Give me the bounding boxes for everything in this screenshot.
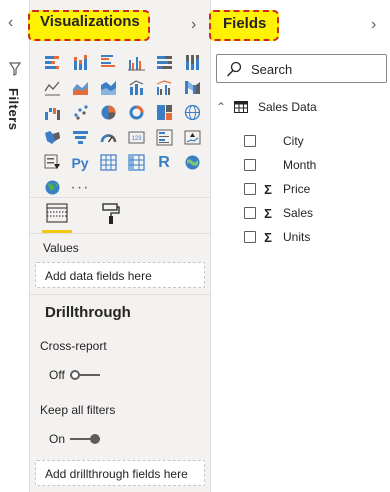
scatter-icon[interactable] [66,100,94,125]
sigma-icon: Σ [264,205,272,221]
keep-all-filters-toggle[interactable]: On [49,432,101,446]
fields-tab-icon [46,203,68,223]
funnel-icon[interactable] [66,125,94,150]
paint-roller-icon [102,203,120,224]
fields-pane: Fields › ⌃ Sales Data City Month Σ Price [209,0,390,492]
tabs-divider [30,233,211,234]
filters-pane-collapsed[interactable]: ‹ Filters [0,0,30,492]
filled-map-icon[interactable] [38,125,66,150]
sigma-icon: Σ [264,229,272,245]
100-percent-column-icon[interactable] [178,50,206,75]
slicer-icon[interactable] [38,150,66,175]
visualizations-header: Visualizations › [28,6,211,42]
donut-chart-icon[interactable] [122,100,150,125]
matrix-icon[interactable] [122,150,150,175]
multi-row-card-icon[interactable] [150,125,178,150]
clustered-column-icon[interactable] [122,50,150,75]
drillthrough-drop-well[interactable]: Add drillthrough fields here [35,460,205,486]
python-visual-icon[interactable]: Py [66,150,94,175]
line-column-icon[interactable] [122,75,150,100]
values-drop-well[interactable]: Add data fields here [35,262,205,288]
clustered-bar-icon[interactable] [94,50,122,75]
fields-tab[interactable] [40,203,74,233]
values-label: Values [43,241,79,255]
pie-chart-icon[interactable] [94,100,122,125]
values-divider [30,294,211,295]
expand-filters-chevron-icon[interactable]: ‹ [8,14,13,32]
field-checkbox[interactable] [244,231,256,243]
table-icon[interactable] [94,150,122,175]
field-units[interactable]: Σ Units [244,229,310,245]
cross-report-label: Cross-report [40,339,107,353]
field-checkbox[interactable] [244,207,256,219]
pane-tabs [40,203,128,233]
keep-all-filters-label: Keep all filters [40,403,116,417]
field-checkbox[interactable] [244,183,256,195]
treemap-icon[interactable] [150,100,178,125]
gauge-icon[interactable] [94,125,122,150]
field-month[interactable]: Month [244,157,316,173]
table-name: Sales Data [258,100,317,114]
line-clustered-column-icon[interactable] [150,75,178,100]
stacked-bar-icon[interactable] [38,50,66,75]
field-checkbox[interactable] [244,159,256,171]
svg-text:123: 123 [131,136,142,142]
arcgis-icon[interactable] [178,150,206,175]
toggle-knob [69,370,80,380]
area-chart-icon[interactable] [66,75,94,100]
100-percent-bar-icon[interactable] [150,50,178,75]
map-icon[interactable] [178,100,206,125]
line-chart-icon[interactable] [38,75,66,100]
search-box [216,54,387,83]
stacked-area-icon[interactable] [94,75,122,100]
format-tab[interactable] [94,203,128,233]
collapse-visualizations-chevron-icon[interactable]: › [191,16,196,34]
field-sales[interactable]: Σ Sales [244,205,313,221]
visualizations-pane: Visualizations › 123 Py R ··· Values Add… [28,0,211,492]
field-city[interactable]: City [244,133,304,149]
filters-label: Filters [6,88,21,131]
sigma-icon: Σ [264,181,272,197]
kpi-icon[interactable] [178,125,206,150]
collapse-table-chevron-icon[interactable]: ⌃ [216,100,226,114]
table-sales-data[interactable]: ⌃ Sales Data [216,100,317,114]
gallery-divider [30,197,211,198]
field-checkbox[interactable] [244,135,256,147]
visual-gallery: 123 Py R ··· [38,50,208,200]
collapse-fields-chevron-icon[interactable]: › [371,16,376,34]
card-icon[interactable]: 123 [122,125,150,150]
toggle-knob [90,434,101,444]
cross-report-toggle[interactable]: Off [49,368,100,382]
r-visual-icon[interactable]: R [150,150,178,175]
filter-icon [9,62,21,76]
ribbon-chart-icon[interactable] [178,75,206,100]
search-input[interactable] [251,61,381,77]
table-icon [234,101,248,113]
drillthrough-heading: Drillthrough [45,304,131,321]
search-icon [227,61,242,77]
fields-title: Fields [223,15,267,32]
waterfall-icon[interactable] [38,100,66,125]
field-price[interactable]: Σ Price [244,181,310,197]
visualizations-title: Visualizations [40,13,140,30]
stacked-column-icon[interactable] [66,50,94,75]
